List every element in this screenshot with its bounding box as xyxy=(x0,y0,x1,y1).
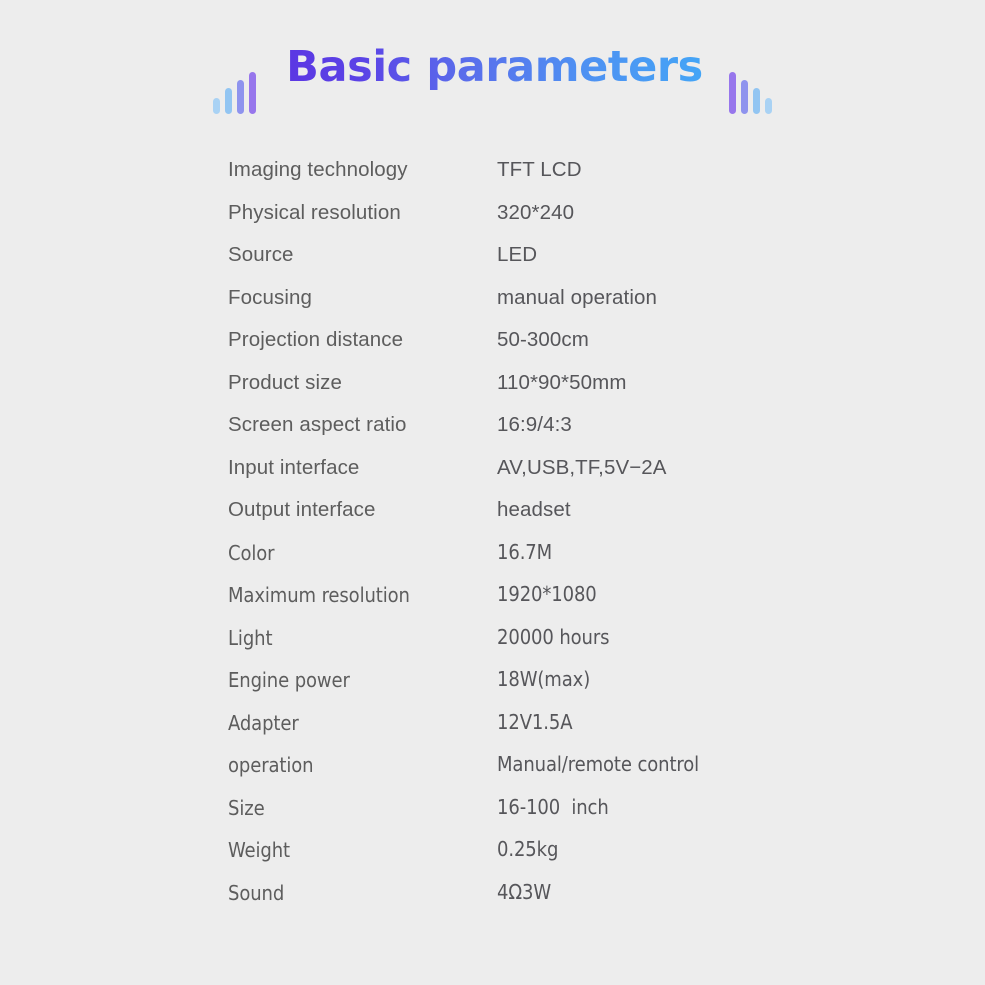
equalizer-bars-right-bar-4 xyxy=(764,98,772,114)
spec-row: Light 20000 hours xyxy=(228,624,928,669)
spec-label: Projection distance xyxy=(228,328,404,351)
equalizer-bars-left-bar-1 xyxy=(213,98,221,114)
spec-label: Adapter xyxy=(228,710,299,735)
equalizer-bars-right-icon xyxy=(728,72,772,114)
spec-label: Maximum resolution xyxy=(228,583,410,607)
spec-label: Engine power xyxy=(228,668,350,692)
equalizer-bars-left-bar-4 xyxy=(249,72,257,114)
equalizer-bars-right-bar-3 xyxy=(752,88,760,114)
page-title: Basic parameters xyxy=(286,42,703,93)
spec-label: Imaging technology xyxy=(228,158,408,181)
spec-row: Source LED xyxy=(228,243,928,286)
spec-label: Physical resolution xyxy=(228,200,401,224)
spec-row: Weight 0.25kg xyxy=(228,837,928,881)
spec-label: Sound xyxy=(228,880,285,905)
spec-label: Color xyxy=(228,540,275,565)
spec-value: manual operation xyxy=(497,285,658,309)
spec-label: Screen aspect ratio xyxy=(228,413,407,436)
spec-label: operation xyxy=(228,753,314,777)
spec-value: 110*90*50mm xyxy=(497,370,627,394)
spec-row: Input interface AV,USB,TF,5V−2A xyxy=(228,456,928,499)
spec-row: Size 16-100 inch xyxy=(228,794,928,839)
spec-value: 4Ω3W xyxy=(497,879,552,904)
spec-row: Projection distance 50-300cm xyxy=(228,328,928,371)
spec-row: Color 16.7M xyxy=(228,539,928,584)
spec-row: Output interface headset xyxy=(228,498,928,541)
spec-value: Manual/remote control xyxy=(497,752,700,776)
spec-value: 1920*1080 xyxy=(497,582,597,606)
page-root: Basic parameters Imaging technology TFT L… xyxy=(0,0,985,985)
spec-value: 320*240 xyxy=(497,200,575,224)
equalizer-bars-right-bar-1 xyxy=(728,72,736,114)
spec-value: TFT LCD xyxy=(497,158,582,181)
spec-value: 16-100 inch xyxy=(497,794,609,819)
spec-label: Input interface xyxy=(228,455,360,479)
equalizer-bars-left-bar-2 xyxy=(225,88,233,114)
equalizer-bars-left-icon xyxy=(213,72,257,114)
spec-row: Screen aspect ratio 16:9/4:3 xyxy=(228,413,928,456)
spec-value: 50-300cm xyxy=(497,328,589,351)
spec-row: Maximum resolution 1920*1080 xyxy=(228,582,928,626)
spec-label: Product size xyxy=(228,370,342,394)
page-header: Basic parameters xyxy=(0,46,985,120)
spec-label: Focusing xyxy=(228,285,312,309)
spec-value: 0.25kg xyxy=(497,837,559,861)
spec-row: Adapter 12V1.5A xyxy=(228,709,928,754)
spec-row: Physical resolution 320*240 xyxy=(228,201,928,244)
spec-row: Focusing manual operation xyxy=(228,286,928,329)
spec-label: Source xyxy=(228,243,294,266)
spec-label: Size xyxy=(228,795,265,820)
spec-row: Imaging technology TFT LCD xyxy=(228,158,928,201)
spec-value: AV,USB,TF,5V−2A xyxy=(497,455,667,479)
spec-value: headset xyxy=(497,498,571,521)
spec-value: LED xyxy=(497,243,538,266)
spec-value: 18W(max) xyxy=(497,667,591,691)
spec-value: 20000 hours xyxy=(497,624,610,649)
equalizer-bars-left-bar-3 xyxy=(237,80,245,114)
spec-row: Sound 4Ω3W xyxy=(228,879,928,924)
spec-row: operation Manual/remote control xyxy=(228,752,928,796)
spec-value: 12V1.5A xyxy=(497,709,573,734)
spec-label: Weight xyxy=(228,838,290,862)
specifications-table: Imaging technology TFT LCD Physical resolu… xyxy=(228,158,928,923)
spec-row: Engine power 18W(max) xyxy=(228,667,928,711)
spec-value: 16.7M xyxy=(497,539,553,564)
spec-row: Product size 110*90*50mm xyxy=(228,371,928,414)
spec-value: 16:9/4:3 xyxy=(497,413,572,436)
spec-label: Light xyxy=(228,625,273,650)
spec-label: Output interface xyxy=(228,498,376,521)
equalizer-bars-right-bar-2 xyxy=(740,80,748,114)
